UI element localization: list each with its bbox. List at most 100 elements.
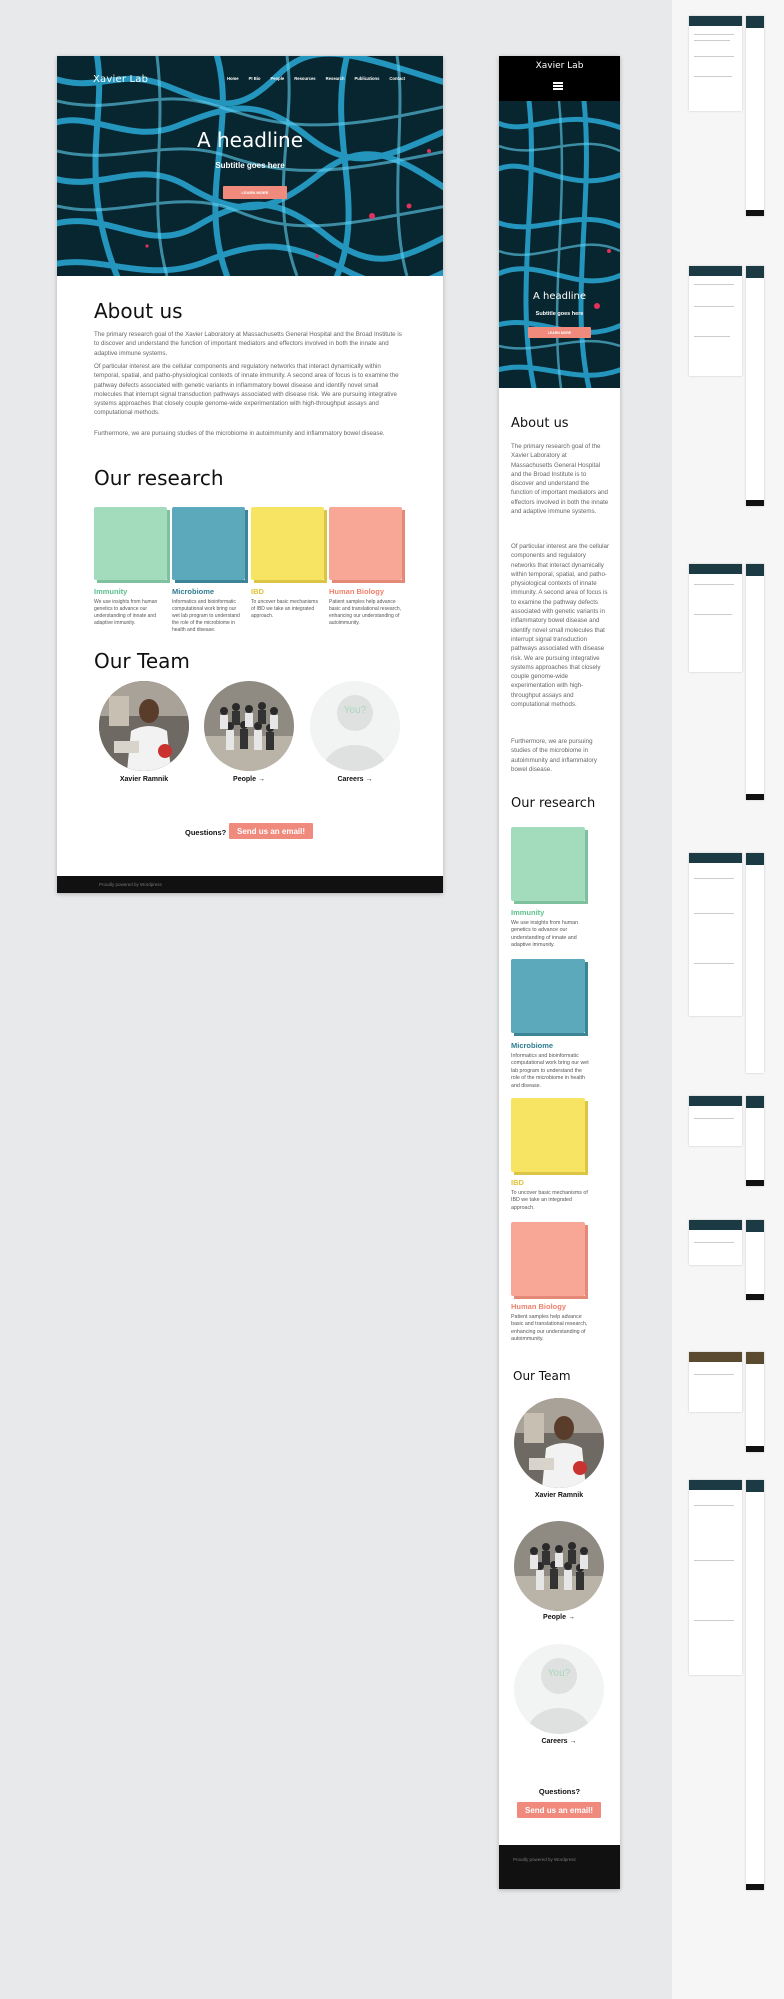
page-thumbnail-7-mobile[interactable] <box>746 1352 764 1452</box>
mobile-team-label-careers[interactable]: Careers → <box>514 1738 604 1745</box>
research-tile-immunity[interactable] <box>94 507 170 583</box>
mobile-brand-logo[interactable]: Xavier Lab <box>499 61 620 71</box>
mobile-placeholder-avatar <box>514 1644 604 1734</box>
mobile-scientist-photo <box>514 1398 604 1488</box>
page-thumbnail-5-mobile[interactable] <box>746 1096 764 1186</box>
mobile-research-tile-microbiome[interactable] <box>511 959 588 1036</box>
page-thumbnail-6[interactable] <box>689 1220 742 1265</box>
mobile-research-label-microbiome[interactable]: Microbiome <box>511 1041 553 1050</box>
nav-people[interactable]: People <box>270 76 284 81</box>
research-label-immunity[interactable]: Immunity <box>94 587 127 596</box>
about-heading: About us <box>94 299 183 323</box>
page-thumbnail-4-mobile[interactable] <box>746 853 764 1073</box>
mobile-about-paragraph-1: The primary research goal of the Xavier … <box>511 443 609 516</box>
nav-home[interactable]: Home <box>227 76 239 81</box>
learn-more-button[interactable]: LEARN MORE <box>223 186 287 199</box>
nav-contact[interactable]: Contact <box>389 76 405 81</box>
mobile-questions-label: Questions? <box>538 1787 581 1796</box>
page-thumbnail-2[interactable] <box>689 266 742 376</box>
mobile-hero-banner: A headline Subtitle goes here LEARN MORE <box>499 101 620 388</box>
mobile-research-text-immunity: We use insights from human genetics to a… <box>511 920 579 949</box>
hamburger-menu-icon[interactable] <box>553 82 563 90</box>
research-label-ibd[interactable]: IBD <box>251 587 264 596</box>
mobile-group-photo <box>514 1521 604 1611</box>
mobile-research-label-immunity[interactable]: Immunity <box>511 908 544 917</box>
page-thumbnail-5[interactable] <box>689 1096 742 1146</box>
hero-title: A headline <box>196 128 304 152</box>
page-thumbnail-2-mobile[interactable] <box>746 266 764 506</box>
research-label-human-biology[interactable]: Human Biology <box>329 587 384 596</box>
mobile-hero-subtitle: Subtitle goes here <box>535 311 584 317</box>
page-thumbnail-7[interactable] <box>689 1352 742 1412</box>
nav-pi-bio[interactable]: PI Bio <box>249 76 261 81</box>
mobile-team-label-people[interactable]: People → <box>514 1614 604 1621</box>
mobile-about-paragraph-3: Furthermore, we are pursuing studies of … <box>511 738 597 773</box>
team-photo-xavier[interactable] <box>99 681 189 771</box>
page-thumbnail-3[interactable] <box>689 564 742 672</box>
hero-subtitle: Subtitle goes here <box>215 161 285 170</box>
research-tile-ibd[interactable] <box>251 507 327 583</box>
mobile-preview: Xavier Lab A headline Subtitle goes here… <box>499 56 620 1889</box>
email-button[interactable]: Send us an email! <box>229 823 313 839</box>
research-text-ibd: To uncover basic mechanisms of IBD we ta… <box>251 599 318 619</box>
mobile-research-tile-human-biology[interactable] <box>511 1222 588 1299</box>
team-label-careers[interactable]: Careers → <box>310 776 400 783</box>
mobile-research-label-human-biology[interactable]: Human Biology <box>511 1302 566 1311</box>
page-thumbnail-3-mobile[interactable] <box>746 564 764 800</box>
team-photo-careers[interactable]: You? <box>310 681 400 771</box>
research-text-microbiome: Informatics and bioinformatic computatio… <box>172 599 240 633</box>
page-thumbnail-1[interactable] <box>689 16 742 111</box>
mobile-header: Xavier Lab <box>499 56 620 101</box>
mobile-you-placeholder-text: You? <box>547 1668 571 1679</box>
mobile-site-footer: Proudly powered by Wordpress <box>499 1845 620 1889</box>
team-label-people[interactable]: People → <box>204 776 294 783</box>
site-footer: Proudly powered by Wordpress <box>57 876 443 893</box>
questions-label: Questions? <box>185 828 227 837</box>
research-tile-human-biology[interactable] <box>329 507 405 583</box>
template-preview-sidebar <box>672 0 784 1999</box>
group-photo <box>204 681 294 771</box>
mobile-learn-more-button[interactable]: LEARN MORE <box>528 327 591 338</box>
mobile-team-label-xavier[interactable]: Xavier Ramnik <box>514 1492 604 1499</box>
brand-logo[interactable]: Xavier Lab <box>93 74 148 85</box>
mobile-about-paragraph-2: Of particular interest are the cellular … <box>511 543 610 709</box>
research-tile-microbiome[interactable] <box>172 507 248 583</box>
mobile-about-heading: About us <box>511 416 569 431</box>
page-thumbnail-8[interactable] <box>689 1480 742 1675</box>
mobile-email-button[interactable]: Send us an email! <box>517 1802 601 1818</box>
mobile-team-photo-careers[interactable]: You? <box>514 1644 604 1734</box>
mobile-research-heading: Our research <box>511 796 596 811</box>
mobile-research-tile-immunity[interactable] <box>511 827 588 904</box>
hero-banner: Xavier Lab Home PI Bio People Resources … <box>57 56 443 276</box>
page-thumbnail-8-mobile[interactable] <box>746 1480 764 1890</box>
team-heading: Our Team <box>94 649 190 673</box>
page-thumbnail-4[interactable] <box>689 853 742 1016</box>
you-placeholder-text: You? <box>343 705 367 716</box>
mobile-team-heading: Our Team <box>513 1369 571 1383</box>
team-label-xavier[interactable]: Xavier Ramnik <box>99 776 189 783</box>
nav-research[interactable]: Research <box>326 76 345 81</box>
research-heading: Our research <box>94 466 224 490</box>
page-thumbnail-6-mobile[interactable] <box>746 1220 764 1300</box>
nav-resources[interactable]: Resources <box>294 76 315 81</box>
placeholder-avatar <box>310 681 400 771</box>
mobile-research-text-microbiome: Informatics and bioinformatic computatio… <box>511 1053 589 1089</box>
page-thumbnail-1-mobile[interactable] <box>746 16 764 216</box>
team-photo-people[interactable] <box>204 681 294 771</box>
mobile-team-photo-xavier[interactable] <box>514 1398 604 1488</box>
mobile-footer-credit[interactable]: Proudly powered by Wordpress <box>513 1857 576 1862</box>
about-paragraph-1: The primary research goal of the Xavier … <box>94 331 402 357</box>
mobile-research-text-human-biology: Patient samples help advance basic and t… <box>511 1314 588 1343</box>
main-nav: Home PI Bio People Resources Research Pu… <box>227 76 405 81</box>
about-paragraph-3: Furthermore, we are pursuing studies of … <box>94 430 385 437</box>
footer-credit[interactable]: Proudly powered by Wordpress <box>99 882 162 887</box>
nav-publications[interactable]: Publications <box>355 76 380 81</box>
research-text-immunity: We use insights from human genetics to a… <box>94 599 158 626</box>
mobile-team-photo-people[interactable] <box>514 1521 604 1611</box>
research-label-microbiome[interactable]: Microbiome <box>172 587 214 596</box>
scientist-photo <box>99 681 189 771</box>
mobile-hero-background-image <box>499 101 620 388</box>
mobile-research-tile-ibd[interactable] <box>511 1098 588 1175</box>
mobile-hero-title: A headline <box>532 291 587 302</box>
mobile-research-label-ibd[interactable]: IBD <box>511 1178 524 1187</box>
